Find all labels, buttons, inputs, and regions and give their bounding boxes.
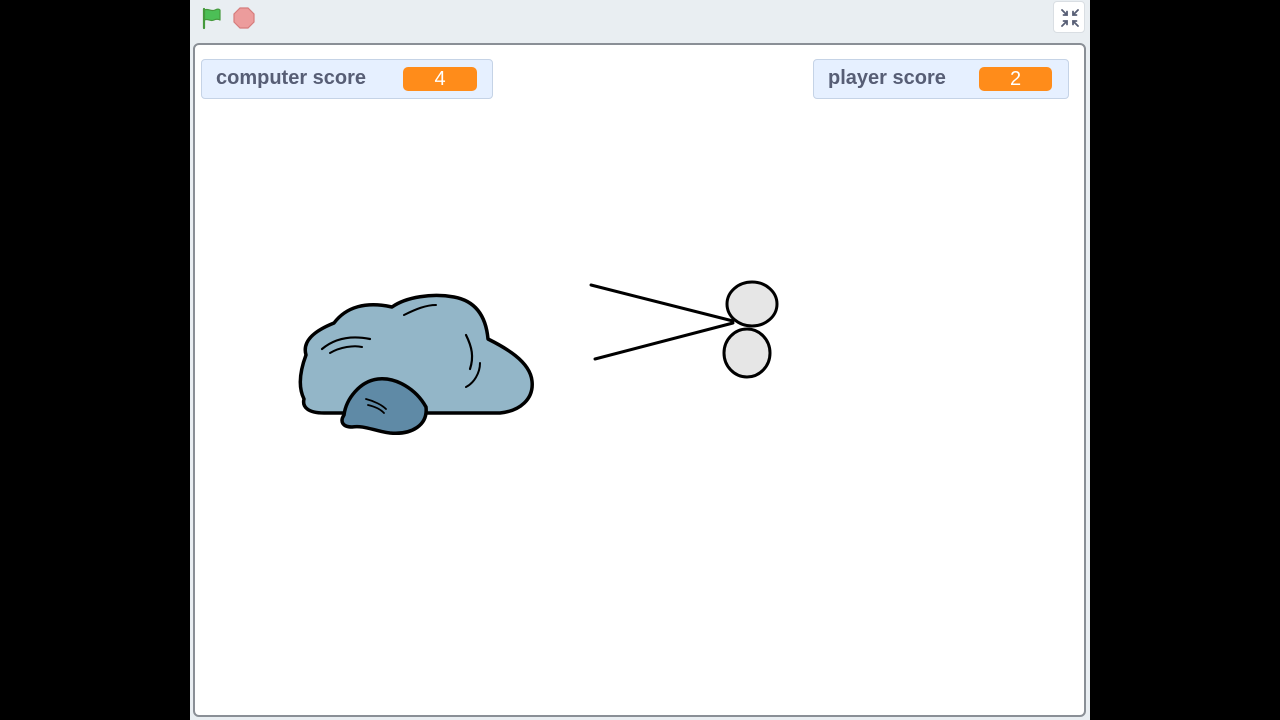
- player-score-value: 2: [979, 67, 1052, 91]
- unfullscreen-button[interactable]: [1053, 1, 1085, 33]
- scissors-sprite[interactable]: [589, 277, 785, 383]
- stop-sign-icon[interactable]: [232, 6, 256, 30]
- scratch-player: computer score 4 player score 2: [190, 0, 1090, 720]
- player-score-monitor: player score 2: [813, 59, 1069, 99]
- player-controls-bar: [190, 0, 1090, 38]
- player-score-label: player score: [828, 67, 946, 89]
- rock-sprite[interactable]: [294, 291, 534, 437]
- green-flag-icon[interactable]: [200, 6, 224, 30]
- computer-score-label: computer score: [216, 67, 367, 89]
- stage[interactable]: computer score 4 player score 2: [193, 43, 1086, 717]
- computer-score-value: 4: [403, 67, 477, 91]
- computer-score-monitor: computer score 4: [201, 59, 493, 99]
- unfullscreen-icon: [1061, 9, 1079, 27]
